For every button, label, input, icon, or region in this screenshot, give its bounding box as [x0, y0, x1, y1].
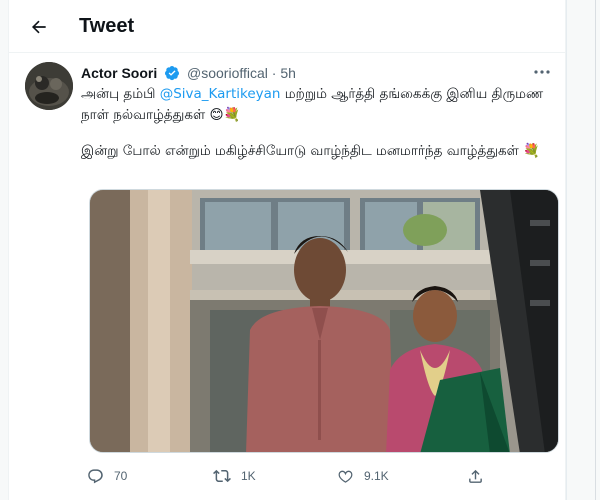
tweet-meta: Actor Soori @soorioffical · 5h	[81, 65, 296, 83]
retweet-icon	[213, 469, 231, 483]
like-button[interactable]: 9.1K	[337, 462, 389, 490]
photo-image	[90, 190, 558, 452]
author-name[interactable]: Actor Soori	[81, 65, 157, 81]
header: Tweet	[9, 0, 567, 53]
mention-link[interactable]: @Siva_Kartikeyan	[160, 86, 281, 102]
tweet-actions: 70 1K 9.1K	[81, 462, 501, 490]
more-dots-icon	[534, 70, 550, 74]
page-title: Tweet	[79, 15, 135, 37]
verified-badge-icon	[165, 66, 180, 81]
heart-icon	[338, 470, 353, 483]
share-button[interactable]	[467, 462, 484, 490]
reply-icon	[88, 468, 103, 483]
author-handle[interactable]: @soorioffical	[187, 65, 268, 81]
more-options-button[interactable]	[529, 62, 555, 82]
tweet-paragraph-2: இன்று போல் என்றும் மகிழ்ச்சியோடு வாழ்ந்த…	[81, 143, 540, 159]
right-sidebar-edge	[566, 0, 600, 500]
tweet-photo[interactable]	[89, 189, 559, 453]
reply-count: 70	[114, 469, 128, 483]
share-icon	[469, 469, 482, 483]
back-arrow-icon	[31, 20, 46, 34]
back-button[interactable]	[23, 11, 55, 43]
retweet-count: 1K	[241, 469, 256, 483]
tweet-timestamp[interactable]: 5h	[280, 65, 296, 81]
avatar-image	[25, 62, 73, 110]
retweet-button[interactable]: 1K	[213, 462, 256, 490]
tweet-text: அன்பு தம்பி @Siva_Kartikeyan மற்றும் ஆர்…	[81, 84, 551, 162]
avatar[interactable]	[25, 62, 73, 110]
tweet-text-part: அன்பு தம்பி	[81, 86, 160, 102]
meta-separator: ·	[271, 65, 277, 81]
reply-button[interactable]: 70	[87, 462, 127, 490]
tweet-panel: Tweet Actor Soori @soorioffical · 5h அன்…	[8, 0, 567, 500]
divider	[595, 0, 596, 500]
like-count: 9.1K	[364, 469, 389, 483]
tweet-paragraph-1: அன்பு தம்பி @Siva_Kartikeyan மற்றும் ஆர்…	[81, 84, 551, 126]
